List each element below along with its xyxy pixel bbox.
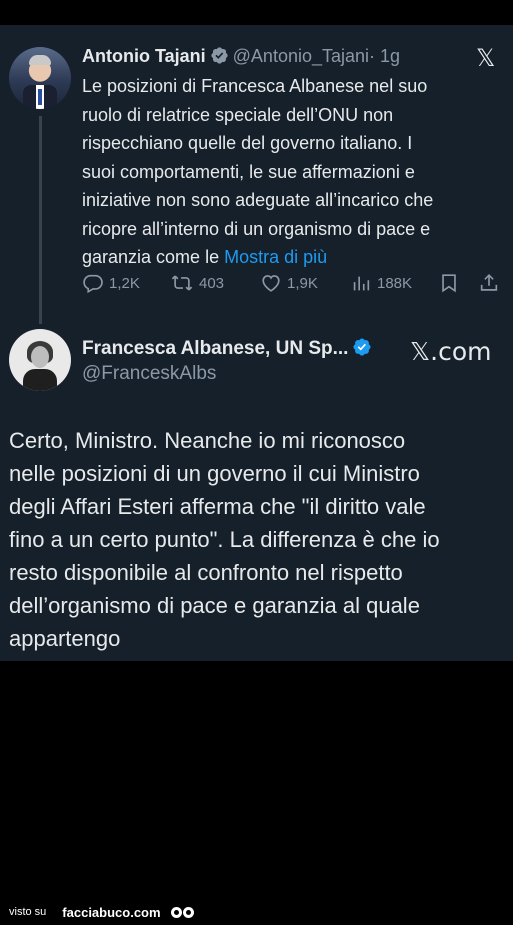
- reply-line: resto disponibile al confronto nel rispe…: [9, 560, 403, 585]
- verified-badge-icon: [210, 46, 229, 70]
- bookmark-icon: [438, 272, 460, 294]
- reply-line: Certo, Ministro. Neanche io mi riconosco: [9, 428, 406, 453]
- verified-badge-icon: [352, 337, 372, 363]
- eyes-logo-icon: [170, 906, 194, 918]
- show-more-link[interactable]: Mostra di più: [224, 247, 327, 267]
- reply-line: nelle posizioni di un governo il cui Min…: [9, 461, 420, 486]
- tweet-header: Antonio Tajani @Antonio_Tajani· 1g: [82, 46, 400, 70]
- watermark-footer: visto su facciabuco.com: [9, 901, 194, 923]
- reply-line: degli Affari Esteri afferma che "il diri…: [9, 494, 426, 519]
- reply-button[interactable]: 1,2K: [82, 272, 140, 294]
- avatar-antonio-tajani[interactable]: [9, 47, 71, 109]
- like-count: 1,9K: [287, 274, 318, 292]
- reply-author-name[interactable]: Francesca Albanese, UN Sp...: [82, 338, 348, 359]
- x-com-label: 𝕏.com: [410, 337, 492, 366]
- tweet-text: Le posizioni di Francesca Albanese nel s…: [82, 72, 502, 272]
- reply-header: Francesca Albanese, UN Sp...: [82, 337, 376, 363]
- views-count: 188K: [377, 274, 413, 292]
- reply-line: dell’organismo di pace e garanzia al qua…: [9, 593, 420, 618]
- watermark-prefix: visto su: [9, 906, 47, 918]
- retweet-count: 403: [199, 274, 225, 292]
- author-handle[interactable]: @Antonio_Tajani: [233, 46, 369, 66]
- avatar-francesca-albanese[interactable]: [9, 329, 71, 391]
- author-name[interactable]: Antonio Tajani: [82, 46, 206, 66]
- tweet-line: Le posizioni di Francesca Albanese nel s…: [82, 76, 428, 96]
- tweet-time: · 1g: [369, 46, 401, 66]
- tweet-actions: 1,2K 403 1,9K 188K: [82, 272, 502, 296]
- thread-connector-line: [39, 116, 42, 324]
- tweet-line: iniziative non sono adeguate all’incaric…: [82, 190, 434, 210]
- tweet-line-last: garanzia come le Mostra di più: [82, 243, 502, 272]
- retweet-icon: [170, 272, 194, 294]
- tweet-line: ricopre all’interno di un organismo di p…: [82, 218, 431, 239]
- reply-author-handle[interactable]: @FranceskAlbs: [82, 363, 216, 385]
- reply-count: 1,2K: [109, 274, 140, 292]
- tweet-line: ruolo di relatrice speciale dell’ONU non: [82, 104, 394, 125]
- reply-line: fino a un certo punto". La differenza è …: [9, 527, 440, 552]
- analytics-icon: [350, 272, 372, 294]
- tweet-line-text: garanzia come le: [82, 247, 220, 267]
- like-button[interactable]: 1,9K: [260, 272, 318, 294]
- retweet-button[interactable]: 403: [170, 272, 224, 294]
- bookmark-button[interactable]: [438, 272, 460, 294]
- share-icon: [478, 272, 500, 294]
- heart-icon: [260, 272, 282, 294]
- x-logo-icon: 𝕏: [476, 44, 496, 72]
- reply-icon: [82, 272, 104, 294]
- watermark-site: facciabuco.com: [62, 904, 161, 920]
- reply-text: Certo, Ministro. Neanche io mi riconosco…: [9, 424, 499, 655]
- tweet-line: suoi comportamenti, le sue affermazioni …: [82, 161, 415, 182]
- share-button[interactable]: [478, 272, 500, 294]
- views-button[interactable]: 188K: [350, 272, 412, 294]
- tweet-line: rispecchiano quelle del governo italiano…: [82, 133, 413, 153]
- reply-line: appartengo: [9, 626, 121, 651]
